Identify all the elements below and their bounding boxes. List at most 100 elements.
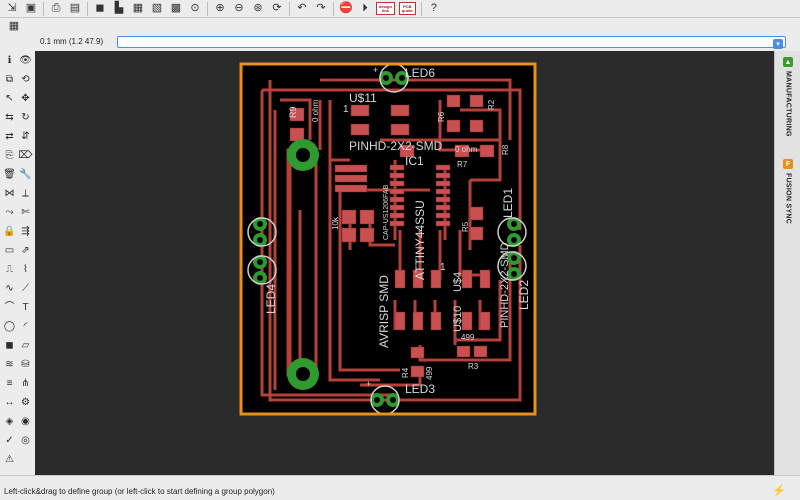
tool-icon-1[interactable]: 👁 [18,54,33,68]
tool-icon-5[interactable]: ✥ [18,92,33,106]
tool-icon-29[interactable]: ◜ [18,320,33,334]
label-one: 1 [440,262,446,273]
tool-icon-36[interactable]: ↔ [2,396,17,410]
label-led2: LED2 [517,280,531,310]
tab-icon: ▲ [783,57,793,67]
tool-icon-2[interactable]: ⧉ [2,73,17,87]
tool-icon-17[interactable]: ✄ [18,206,33,220]
tool-icon-14[interactable]: ⋈ [2,187,17,201]
tool-icon-24[interactable]: ∿ [2,282,17,296]
label-u11-pin1: 1 [343,104,349,115]
tab-label: FUSION SYNC [784,173,792,225]
tab-manufacturing[interactable]: ▲ MANUFACTURING [779,57,797,137]
label-r3v: 499 [461,333,475,342]
go-icon[interactable]: ⏵ [357,2,373,16]
zoom-select-icon[interactable]: ⊛ [250,2,266,16]
label-led6: LED6 [405,66,435,80]
tool-icon-8[interactable]: ⇄ [2,130,17,144]
tool-icon-42[interactable]: ⚠ [2,453,17,467]
pcb-quote-button[interactable]: PCB quote [398,2,416,15]
tool-icon-32[interactable]: ≋ [2,358,17,372]
grid-icon[interactable]: ▦ [6,19,22,33]
tool-icon-12[interactable]: 🗑 [2,168,17,182]
board-canvas[interactable]: LED6 + U$11 1 PINHD-2X2-SMD IC1 0 ohm R7… [35,51,774,475]
tool-icon-33[interactable]: ⛁ [18,358,33,372]
tool-icon-35[interactable]: ⋔ [18,377,33,391]
tool-icon-21[interactable]: ⇗ [18,244,33,258]
label-r7v: 0 ohm [455,145,478,154]
status-bar: Left-click&drag to define group (or left… [0,475,800,500]
undo-icon[interactable]: ↶ [294,2,310,16]
label-10k: 10k [331,216,340,230]
label-r4v: 499 [425,366,434,380]
label-r9v: 0 ohm [311,99,320,122]
redo-icon[interactable]: ↷ [313,2,329,16]
cam-icon[interactable]: ▤ [67,2,83,16]
fab-icon[interactable]: ▙ [111,2,127,16]
tool-icon-28[interactable]: ◯ [2,320,17,334]
tool-icon-20[interactable]: ▭ [2,244,17,258]
tool-icon-0[interactable]: ℹ [2,54,17,68]
tool-icon-19[interactable]: ⇶ [18,225,33,239]
tool-icon-40[interactable]: ✓ [2,434,17,448]
tool-icon-37[interactable]: ⚙ [18,396,33,410]
label-plus-led3: + [366,379,371,389]
board-icon[interactable]: ◼ [92,2,108,16]
run-icon[interactable]: ▩ [168,2,184,16]
chevron-down-icon[interactable]: ▾ [773,39,783,49]
save-icon[interactable]: ▣ [23,2,39,16]
label-r6: R6 [437,111,446,122]
tool-icon-41[interactable]: ◎ [18,434,33,448]
label-r9: R9 [288,106,298,118]
tool-icon-25[interactable]: ⟋ [18,282,33,296]
tool-icon-31[interactable]: ▱ [18,339,33,353]
label-r3: R3 [468,362,479,371]
label-pinhd-top: PINHD-2X2-SMD [349,139,443,153]
print-icon[interactable]: ⎙ [48,2,64,16]
zoom-in-icon[interactable]: ⊕ [212,2,228,16]
fusion-status-icon[interactable]: ⚡ [772,484,786,497]
tool-icon-13[interactable]: 🔧 [18,168,33,182]
command-input[interactable]: ▾ [117,36,786,49]
tool-icon-6[interactable]: ⇆ [2,111,17,125]
label-r4: R4 [401,367,410,378]
tool-icon-22[interactable]: ⎍ [2,263,17,277]
tool-icon-16[interactable]: ⤳ [2,206,17,220]
label-ic1: IC1 [405,154,424,168]
tool-icon-7[interactable]: ↻ [18,111,33,125]
secondary-toolbar: ▦ [0,18,800,35]
tool-icon-27[interactable]: T [18,301,33,315]
tool-icon-39[interactable]: ◉ [18,415,33,429]
tool-icon-23[interactable]: ⌇ [18,263,33,277]
tool-icon-30[interactable]: ◼ [2,339,17,353]
help-icon[interactable]: ? [426,2,442,16]
tool-icon-9[interactable]: ⇵ [18,130,33,144]
tab-fusion-sync[interactable]: F FUSION SYNC [779,159,797,224]
coordinate-readout: 0.1 mm (1.2 47.9) [40,37,104,46]
ulp-icon[interactable]: ▦ [130,2,146,16]
pcb-drawing: LED6 + U$11 1 PINHD-2X2-SMD IC1 0 ohm R7… [239,62,537,416]
label-plus-led6: + [373,65,378,75]
tool-icon-11[interactable]: ⌦ [18,149,33,163]
tool-icon-15[interactable]: ⟂ [18,187,33,201]
design-link-button[interactable]: design link [376,2,395,15]
zoom-fit-icon[interactable]: ⊙ [187,2,203,16]
tool-icon-34[interactable]: ≡ [2,377,17,391]
toolbar-separator [289,1,290,16]
main-toolbar: ⇲ ▣ ⎙ ▤ ◼ ▙ ▦ ▧ ▩ ⊙ ⊕ ⊖ ⊛ ⟳ ↶ ↷ ⛔ ⏵ design link PCB quote? [0,0,800,18]
tool-icon-18[interactable]: 🔒 [2,225,17,239]
tool-icon-10[interactable]: ⎘ [2,149,17,163]
toolbar-separator [420,1,422,16]
zoom-redraw-icon[interactable]: ⟳ [269,2,285,16]
tool-icon-38[interactable]: ◈ [2,415,17,429]
label-led1: LED1 [501,188,515,218]
tool-icon-3[interactable]: ⟲ [18,73,33,87]
tool-icon-4[interactable]: ↖ [2,92,17,106]
zoom-out-icon[interactable]: ⊖ [231,2,247,16]
stop-icon[interactable]: ⛔ [338,2,354,16]
tool-icon-26[interactable]: ⌒ [2,301,17,315]
open-icon[interactable]: ⇲ [4,2,20,16]
label-u4: U$4 [452,272,464,292]
tab-icon: F [783,159,793,169]
scr-icon[interactable]: ▧ [149,2,165,16]
